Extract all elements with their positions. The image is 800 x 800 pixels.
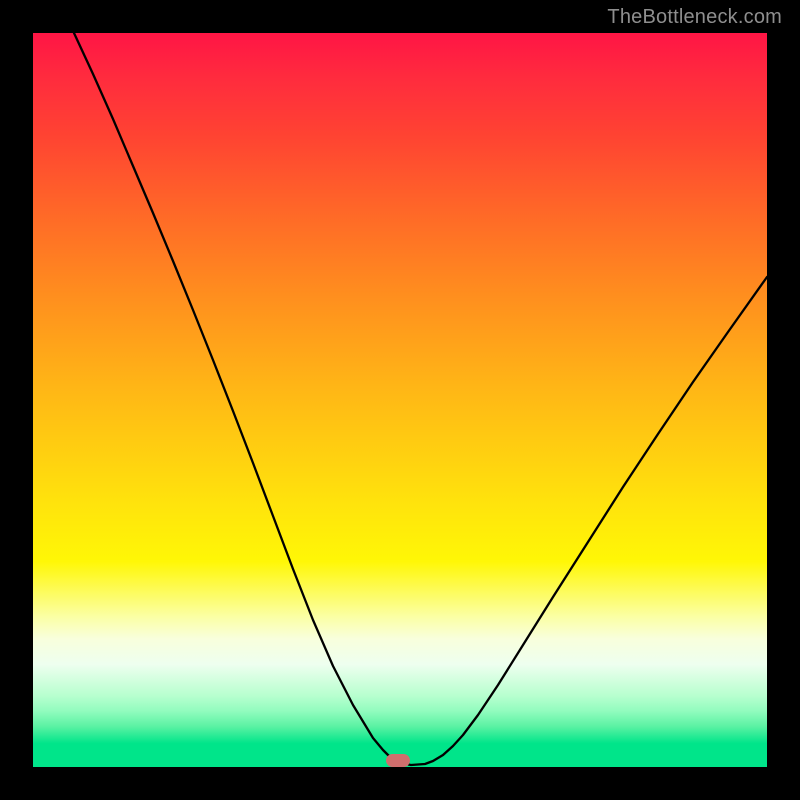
bottleneck-curve [33, 33, 767, 767]
optimum-marker [386, 754, 410, 767]
chart-frame: TheBottleneck.com [0, 0, 800, 800]
watermark-text: TheBottleneck.com [607, 6, 782, 29]
